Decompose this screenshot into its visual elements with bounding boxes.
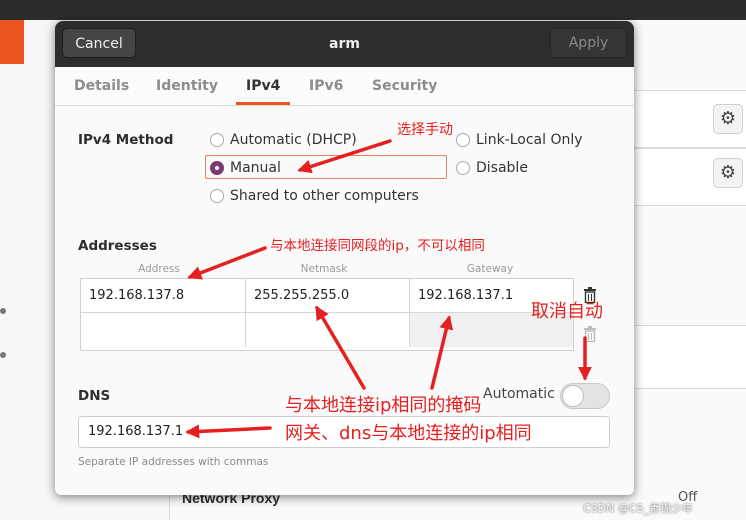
annotation-cancel-auto: 取消自动 — [531, 301, 603, 322]
watermark: CSDN @CS_素锦少年 — [583, 502, 694, 515]
annotation-gateway-dns-note: 网关、dns与本地连接的ip相同 — [285, 423, 532, 444]
arrow-to-manual — [297, 139, 392, 174]
arrow-to-dns — [185, 424, 272, 439]
arrow-to-netmask — [315, 305, 366, 390]
annotation-address-note: 与本地连接同网段的ip，不可以相同 — [270, 238, 485, 254]
arrow-to-gateway — [430, 315, 454, 390]
annotation-mask-note: 与本地连接ip相同的掩码 — [285, 395, 482, 416]
annotation-select-manual: 选择手动 — [397, 122, 453, 138]
arrow-to-address — [187, 246, 267, 280]
